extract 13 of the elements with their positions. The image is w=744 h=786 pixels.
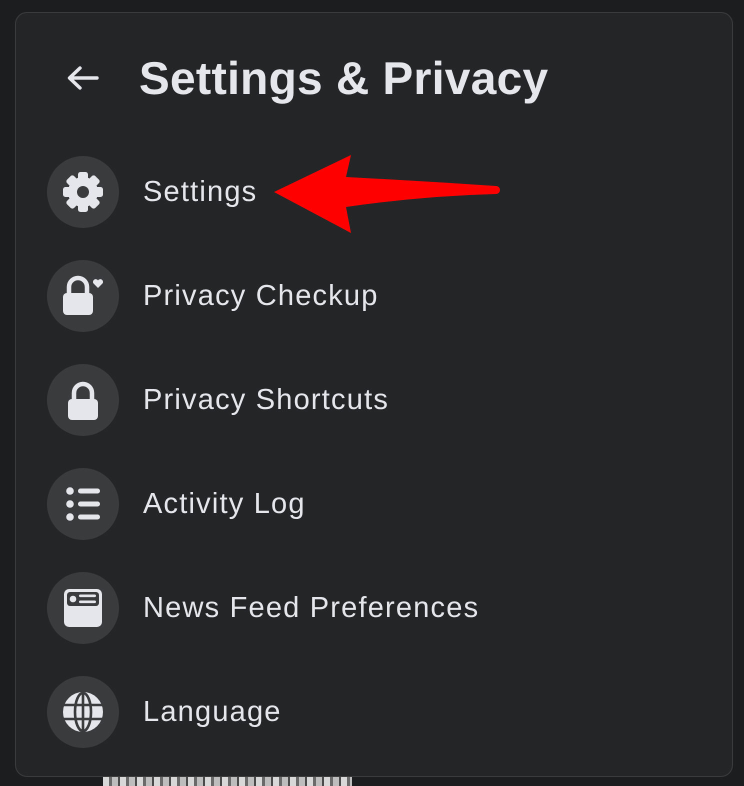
menu-item[interactable]: Activity Log <box>47 468 306 540</box>
menu-title: Settings & Privacy <box>139 51 548 105</box>
back-icon[interactable] <box>66 65 100 91</box>
lock-icon <box>47 364 119 436</box>
menu-item[interactable]: Settings <box>47 156 258 228</box>
card-icon <box>47 572 119 644</box>
menu-item[interactable]: Privacy Shortcuts <box>47 364 390 436</box>
globe-icon <box>47 676 119 748</box>
menu-item[interactable]: Privacy Checkup <box>47 260 379 332</box>
menu-item[interactable]: News Feed Preferences <box>47 572 480 644</box>
list-icon <box>47 468 119 540</box>
menu-item[interactable]: Language <box>47 676 282 748</box>
gear-icon <box>47 156 119 228</box>
